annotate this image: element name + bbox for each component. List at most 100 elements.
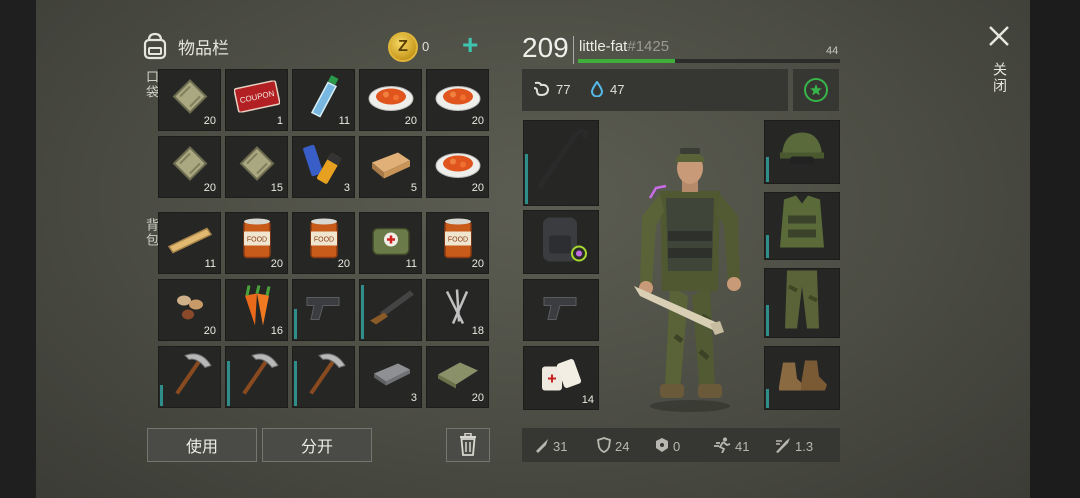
equip-slot-legs[interactable] [764,268,840,338]
use-button[interactable]: 使用 [147,428,257,462]
pocket-slot[interactable]: 11 [292,69,355,131]
player-tag: #1425 [627,38,670,55]
hunger-value: 77 [556,81,571,97]
item-count: 18 [471,325,484,337]
food-plate-icon [433,145,483,186]
equip-slot-body[interactable] [764,192,840,260]
backpack-slot[interactable] [292,346,355,408]
pocket-slot[interactable]: 5 [359,136,422,198]
item-count: 20 [471,182,484,194]
speed-icon [712,437,732,456]
item-count: 11 [338,115,350,127]
pocket-slot[interactable]: 20 [158,136,221,198]
item-count: 20 [270,258,283,270]
backpack-slot[interactable]: FOOD 20 [225,212,288,274]
radiation-icon [654,437,670,456]
equip-slot-weapon[interactable] [523,120,599,206]
equip-slot-medical[interactable]: 14 [523,346,599,410]
water-drop-icon [590,81,604,97]
pocket-slot[interactable]: 3 [292,136,355,198]
pistol-icon [303,289,345,328]
damage-icon [534,437,550,456]
durability-bar [294,361,297,406]
combat-stat-value: 24 [615,439,630,454]
backpack-slot[interactable]: 16 [225,279,288,341]
combat-stat: 31 [534,437,567,456]
backpack-slot[interactable] [292,279,355,341]
item-count: 15 [270,182,283,194]
equip-slot-feet[interactable] [764,346,840,410]
svg-text:FOOD: FOOD [313,236,333,243]
durability-bar [160,385,163,406]
combat-stat: 41 [712,437,749,456]
combat-stat-value: 1.3 [795,439,814,454]
inventory-title: 物品栏 [178,38,229,58]
equip-slot-sidearm[interactable] [523,279,599,341]
battery-icon [301,141,347,190]
backpack-icon [533,211,589,272]
iron-bar-icon [368,357,414,394]
backpack-slot[interactable] [359,279,422,341]
backpack-slot[interactable]: FOOD 20 [292,212,355,274]
pocket-slot[interactable]: 20 [426,136,489,198]
thirst-stat: 47 [590,81,624,97]
backpack-slot[interactable]: 20 [158,279,221,341]
durability-bar [294,309,297,339]
combat-stats: 31 24 0 41 1.3 [522,428,840,462]
durability-bar [525,153,528,204]
item-count: 3 [410,392,417,404]
pickaxe-icon [167,349,213,402]
shotgun-icon [366,286,416,331]
boots-icon [775,354,829,399]
can-icon: FOOD [440,217,476,266]
backpack-slot[interactable]: 11 [158,212,221,274]
pickaxe-icon [234,349,280,402]
close-button[interactable] [987,24,1011,53]
vest-icon [774,193,830,258]
pocket-slot[interactable]: 20 [426,69,489,131]
backpack-slot[interactable] [158,346,221,408]
item-count: 20 [337,258,350,270]
favorite-button[interactable] [793,69,839,111]
combat-stat: 24 [596,437,629,456]
backpack-slot[interactable]: 18 [426,279,489,341]
pocket-slot[interactable]: 15 [225,136,288,198]
close-icon [989,26,1009,46]
item-count: 20 [203,115,216,127]
nuts-icon [170,288,210,329]
pocket-slot[interactable]: COUPON 1 [225,69,288,131]
equip-slot-backpack[interactable] [523,210,599,274]
add-coins-button[interactable]: + [462,30,478,60]
item-count: 1 [276,115,283,127]
durability-bar [766,234,769,258]
combat-stat-value: 41 [735,439,750,454]
coin-icon: Z [388,32,418,62]
item-count: 20 [203,182,216,194]
food-plate-icon [433,78,483,119]
equip-slot-head[interactable] [764,120,840,184]
pocket-slot[interactable]: 20 [158,69,221,131]
backpack-slot[interactable]: 3 [359,346,422,408]
item-count: 3 [343,182,350,194]
next-level: 44 [826,45,839,57]
pocket-slot[interactable]: 20 [359,69,422,131]
stomach-icon [533,81,550,97]
hunger-stat: 77 [532,81,570,97]
inventory-header: 物品栏 [140,28,229,64]
pants-icon [779,269,825,337]
backpack-slot[interactable]: 11 [359,212,422,274]
split-button[interactable]: 分开 [262,428,372,462]
backpack-slot[interactable]: 20 [426,346,489,408]
item-count: 20 [471,392,484,404]
backpack-slot[interactable]: FOOD 20 [426,212,489,274]
backpack-slot[interactable] [225,346,288,408]
pistol-icon [540,289,582,328]
item-count: 20 [471,115,484,127]
combat-stat-value: 0 [673,439,681,454]
thirst-value: 47 [610,81,625,97]
star-icon [804,78,828,102]
food-plate-icon [366,78,416,119]
close-label[interactable]: 关闭 [990,62,1010,94]
trash-button[interactable] [446,428,490,462]
player-name: little-fat#1425 [579,38,669,55]
